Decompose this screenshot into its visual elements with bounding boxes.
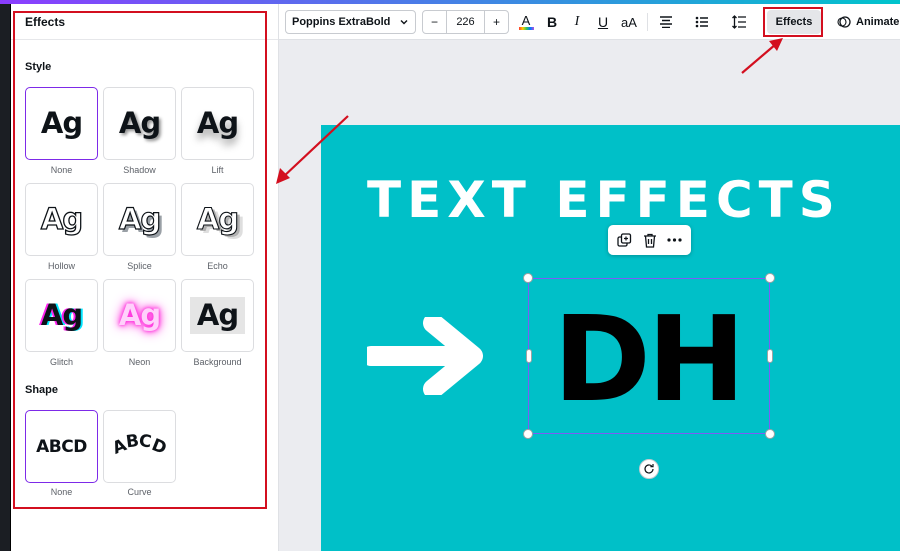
chevron-down-icon (400, 20, 408, 25)
effects-panel: Effects Style Ag None Ag Shadow Ag Lift … (11, 4, 279, 551)
style-heading: Style (25, 61, 52, 73)
annotation-arrow-left-icon (276, 115, 349, 184)
style-tile-echo[interactable]: Ag (181, 183, 254, 256)
style-preview-neon: Ag (118, 298, 161, 332)
design-page[interactable]: TEXT EFFECTS DH (321, 125, 900, 551)
editor-window: Effects Style Ag None Ag Shadow Ag Lift … (0, 0, 900, 551)
selection-frame (528, 278, 770, 434)
style-label-none: None (50, 165, 73, 175)
increase-size-button[interactable]: + (484, 11, 508, 33)
animate-icon (837, 16, 851, 28)
text-color-icon: A (521, 12, 531, 28)
style-tile-background[interactable]: Ag (181, 279, 254, 352)
style-preview-background: Ag (189, 297, 246, 334)
duplicate-button[interactable] (615, 230, 635, 250)
shape-preview-curve: ABCD (110, 430, 169, 458)
align-button[interactable] (654, 10, 678, 34)
italic-button[interactable]: I (566, 10, 588, 34)
resize-handle-top-left[interactable] (523, 273, 533, 283)
spacing-button[interactable] (727, 10, 751, 34)
panel-divider (11, 39, 278, 40)
delete-button[interactable] (640, 230, 660, 250)
shape-preview-none: ABCD (36, 436, 87, 457)
style-label-echo: Echo (207, 261, 228, 271)
shape-heading: Shape (25, 384, 59, 396)
style-label-shadow: Shadow (123, 165, 156, 175)
rotate-icon (644, 464, 654, 474)
rotate-handle[interactable] (639, 459, 659, 479)
shape-tile-curve[interactable]: ABCD (103, 410, 176, 483)
resize-handle-bottom-left[interactable] (523, 429, 533, 439)
font-family-value: Poppins ExtraBold (292, 16, 391, 28)
style-preview-shadow: Ag (118, 106, 161, 140)
trash-icon (643, 233, 656, 248)
shape-label-curve: Curve (127, 487, 152, 497)
more-options-button[interactable] (665, 230, 685, 250)
bullet-list-icon (695, 16, 708, 28)
resize-handle-left[interactable] (526, 349, 532, 363)
text-color-button[interactable]: A (515, 10, 537, 34)
effects-button[interactable]: Effects (767, 10, 821, 34)
annotation-arrow-up-icon (741, 38, 783, 74)
underline-button[interactable]: U (592, 10, 614, 34)
decrease-size-button[interactable]: − (423, 11, 447, 33)
animate-button[interactable]: Animate (837, 10, 900, 34)
duplicate-icon (617, 232, 632, 247)
color-bar (518, 26, 534, 30)
font-size-value[interactable]: 226 (447, 11, 484, 33)
letter-case-button[interactable]: aA (617, 10, 641, 34)
style-preview-none: Ag (40, 106, 83, 140)
bold-button[interactable]: B (541, 10, 563, 34)
element-action-bar (608, 225, 691, 255)
shape-label-none: None (50, 487, 73, 497)
style-label-hollow: Hollow (47, 261, 75, 271)
style-tile-lift[interactable]: Ag (181, 87, 254, 160)
style-label-splice: Splice (127, 261, 152, 271)
resize-handle-right[interactable] (767, 349, 773, 363)
style-tile-hollow[interactable]: Ag (25, 183, 98, 256)
line-spacing-icon (732, 15, 746, 29)
style-preview-hollow: Ag (40, 202, 84, 236)
arrow-right-icon[interactable] (367, 317, 483, 395)
animate-label: Animate (856, 16, 900, 28)
style-tile-glitch[interactable]: Ag (25, 279, 98, 352)
style-label-lift: Lift (211, 165, 224, 175)
style-label-glitch: Glitch (49, 357, 73, 367)
headline-text[interactable]: TEXT EFFECTS (367, 175, 841, 225)
resize-handle-bottom-right[interactable] (765, 429, 775, 439)
style-tile-none[interactable]: Ag (25, 87, 98, 160)
left-rail (0, 4, 11, 551)
resize-handle-top-right[interactable] (765, 273, 775, 283)
style-label-background: Background (193, 357, 242, 367)
style-tile-splice[interactable]: Ag (103, 183, 176, 256)
font-size-stepper: − 226 + (422, 10, 509, 34)
style-tile-shadow[interactable]: Ag (103, 87, 176, 160)
style-preview-glitch: Ag (40, 298, 83, 332)
text-toolbar: Poppins ExtraBold − 226 + A B I U aA Eff… (279, 4, 900, 40)
style-preview-echo: Ag (196, 202, 239, 236)
more-icon (667, 238, 682, 242)
style-preview-splice: Ag (118, 202, 161, 236)
style-tile-neon[interactable]: Ag (103, 279, 176, 352)
style-label-neon: Neon (128, 357, 151, 367)
shape-tile-none[interactable]: ABCD (25, 410, 98, 483)
list-button[interactable] (690, 10, 714, 34)
panel-title: Effects (25, 15, 66, 29)
toolbar-divider (647, 13, 648, 31)
font-family-dropdown[interactable]: Poppins ExtraBold (285, 10, 416, 34)
style-preview-lift: Ag (196, 106, 239, 140)
align-center-icon (660, 16, 672, 28)
